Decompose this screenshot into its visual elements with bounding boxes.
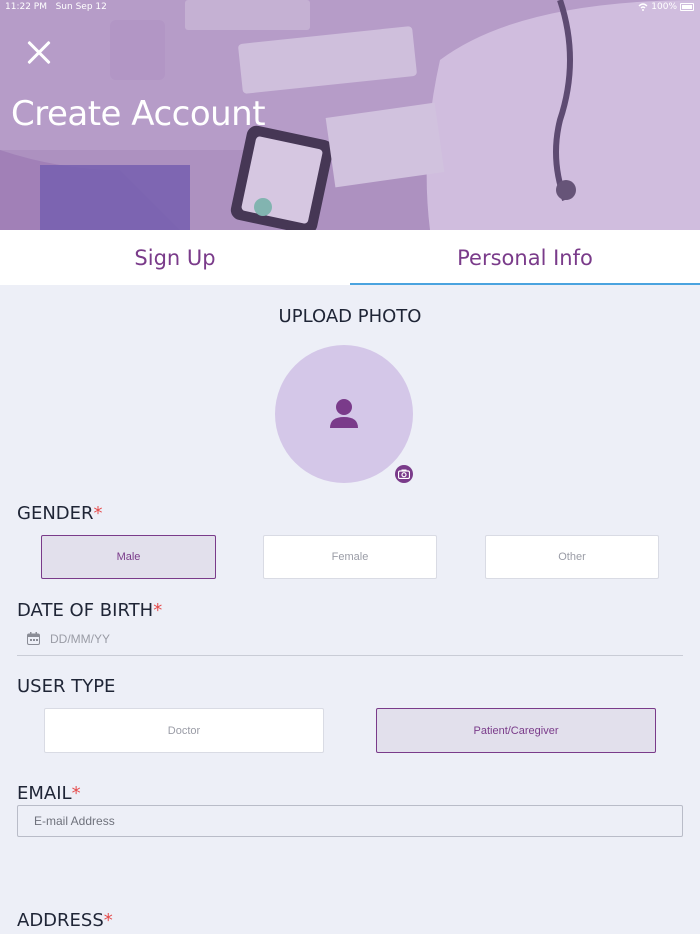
user-type-option-doctor[interactable]: Doctor: [44, 708, 324, 753]
tab-bar: Sign Up Personal Info: [0, 230, 700, 285]
header-hero: 11:22 PM Sun Sep 12 100% Create Account: [0, 0, 700, 230]
address-title: ADDRESS*: [17, 910, 113, 931]
close-icon[interactable]: [22, 36, 56, 70]
required-mark: *: [153, 600, 163, 621]
required-mark: *: [93, 503, 103, 524]
user-type-option-patient-caregiver[interactable]: Patient/Caregiver: [376, 708, 656, 753]
battery-icon: [680, 3, 694, 11]
dob-placeholder: DD/MM/YY: [50, 632, 110, 646]
gender-title: GENDER*: [17, 503, 103, 524]
required-mark: *: [71, 783, 81, 804]
page-title: Create Account: [11, 94, 266, 134]
tab-sign-up[interactable]: Sign Up: [0, 230, 350, 285]
email-title: EMAIL*: [17, 783, 81, 804]
required-mark: *: [103, 910, 113, 931]
battery-percent: 100%: [651, 2, 677, 12]
user-icon: [330, 399, 358, 428]
avatar-upload[interactable]: [275, 345, 413, 483]
tab-personal-info[interactable]: Personal Info: [350, 230, 700, 285]
status-time: 11:22 PM: [5, 2, 47, 12]
dob-field[interactable]: DD/MM/YY: [17, 628, 683, 656]
upload-photo-title: UPLOAD PHOTO: [278, 306, 422, 327]
email-input[interactable]: [17, 805, 683, 837]
gender-option-female[interactable]: Female: [263, 535, 437, 579]
dob-title: DATE OF BIRTH*: [17, 600, 163, 621]
user-type-title: USER TYPE: [17, 676, 116, 697]
gender-option-other[interactable]: Other: [485, 535, 659, 579]
status-date: Sun Sep 12: [55, 2, 107, 12]
wifi-icon: [638, 3, 648, 11]
camera-icon[interactable]: [395, 465, 413, 483]
gender-option-male[interactable]: Male: [41, 535, 216, 579]
status-bar: 11:22 PM Sun Sep 12 100%: [0, 0, 700, 14]
calendar-icon: [27, 632, 40, 645]
